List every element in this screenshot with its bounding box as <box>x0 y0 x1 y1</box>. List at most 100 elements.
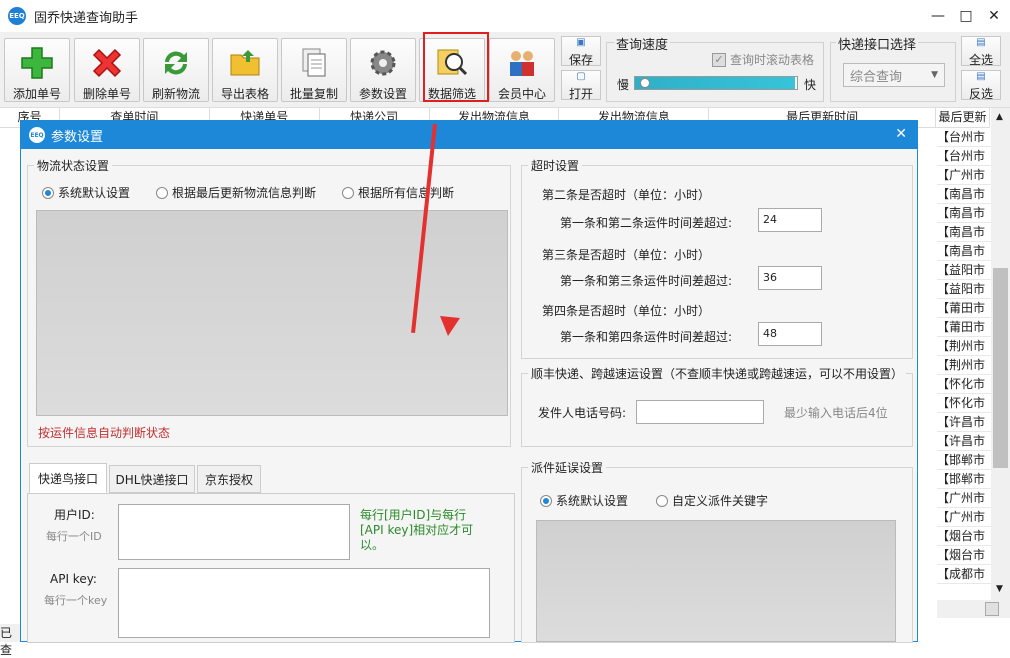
refresh-logistics-label: 刷新物流 <box>151 87 200 101</box>
status-text: 已查 <box>0 624 20 657</box>
last-update-cell[interactable]: 【烟台市 <box>937 546 991 565</box>
speed-thumb[interactable] <box>640 78 650 88</box>
settings-label: 参数设置 <box>358 87 407 101</box>
member-center-label: 会员中心 <box>497 87 546 101</box>
batch-copy-button[interactable]: 批量复制 <box>281 38 347 102</box>
apikey-textarea[interactable] <box>118 568 490 638</box>
last-update-cell[interactable]: 【邯郸市 <box>937 451 991 470</box>
open-button[interactable]: ▢ 打开 <box>561 70 601 101</box>
dispatch-keywords-area[interactable] <box>536 520 896 642</box>
title-bar: EEQ 固乔快递查询助手 — □ ✕ <box>0 0 1010 32</box>
last-update-cell[interactable]: 【成都市 <box>937 565 991 584</box>
minimize-icon[interactable]: — <box>926 4 950 28</box>
refresh-logistics-button[interactable]: 刷新物流 <box>143 38 209 102</box>
invert-selection-button[interactable]: ▤ 反选 <box>961 70 1001 101</box>
kdniao-tab-panel: 用户ID: 每行一个ID 每行[用户ID]与每行[API key]相对应才可以。… <box>27 493 515 643</box>
settings-dialog: EEQ 参数设置 ✕ 物流状态设置 系统默认设置 根据最后更新物流信息判断 根据… <box>20 120 918 643</box>
dispatch-legend: 派件延误设置 <box>528 459 607 476</box>
vertical-scrollbar[interactable]: ▲ ▼ <box>991 108 1010 600</box>
dialog-title-bar: EEQ 参数设置 ✕ <box>21 121 917 149</box>
plus-icon <box>5 45 69 81</box>
delete-number-label: 删除单号 <box>82 87 131 101</box>
settings-button[interactable]: 参数设置 <box>350 38 416 102</box>
scroll-down-icon[interactable]: ▼ <box>996 584 1003 594</box>
logistics-note: 按运件信息自动判断状态 <box>38 426 171 440</box>
last-update-cell[interactable]: 【台州市 <box>937 147 991 166</box>
tab-kdniao[interactable]: 快递鸟接口 <box>29 463 107 493</box>
select-all-button[interactable]: ▤ 全选 <box>961 36 1001 67</box>
scroll-table-label: 查询时滚动表格 <box>730 53 815 67</box>
dispatch-delay-group: 派件延误设置 系统默认设置 自定义派件关键字 <box>521 459 913 643</box>
toolbar: 添加单号 删除单号 刷新物流 导出表格 批量复制 参数设置 数据筛选 会员中心 … <box>0 32 1010 108</box>
timeout-third-input[interactable]: 36 <box>758 266 822 290</box>
last-update-cell[interactable]: 【南昌市 <box>937 204 991 223</box>
dispatch-default-radio[interactable]: 系统默认设置 <box>540 492 628 509</box>
last-update-cell[interactable]: 【益阳市 <box>937 261 991 280</box>
scroll-table-checkbox[interactable]: ✓ 查询时滚动表格 <box>712 51 814 68</box>
last-update-cell[interactable]: 【南昌市 <box>937 223 991 242</box>
logistics-default-radio[interactable]: 系统默认设置 <box>42 184 130 201</box>
member-center-button[interactable]: 会员中心 <box>489 38 555 102</box>
last-update-cell[interactable]: 【广州市 <box>937 166 991 185</box>
interface-select[interactable]: 综合查询 ▼ <box>843 63 945 87</box>
last-update-cell[interactable]: 【台州市 <box>937 128 991 147</box>
timeout-third-heading: 第三条是否超时（单位：小时） <box>542 248 711 262</box>
save-button[interactable]: ▣ 保存 <box>561 36 601 67</box>
last-update-cell[interactable]: 【莆田市 <box>937 318 991 337</box>
copy-icon <box>282 45 346 81</box>
last-update-cell[interactable]: 【怀化市 <box>937 375 991 394</box>
sender-phone-input[interactable] <box>636 400 764 424</box>
last-update-cell[interactable]: 【广州市 <box>937 489 991 508</box>
folder-icon <box>213 45 277 81</box>
last-update-cell[interactable]: 【益阳市 <box>937 280 991 299</box>
export-table-label: 导出表格 <box>220 87 269 101</box>
add-number-label: 添加单号 <box>12 87 61 101</box>
last-update-cell[interactable]: 【莆田市 <box>937 299 991 318</box>
timeout-second-input[interactable]: 24 <box>758 208 822 232</box>
refresh-icon <box>144 45 208 81</box>
maximize-icon[interactable]: □ <box>954 4 978 28</box>
gear-icon <box>351 45 415 81</box>
col-header[interactable]: 最后更新 <box>936 108 990 127</box>
last-update-cell[interactable]: 【邯郸市 <box>937 470 991 489</box>
dispatch-custom-radio[interactable]: 自定义派件关键字 <box>656 492 768 509</box>
tab-dhl[interactable]: DHL快递接口 <box>109 465 195 493</box>
scroll-thumb[interactable] <box>985 602 999 616</box>
timeout-group: 超时设置 第二条是否超时（单位：小时） 第一条和第二条运件时间差超过: 24 第… <box>521 157 913 359</box>
timeout-legend: 超时设置 <box>528 157 583 174</box>
tab-jd[interactable]: 京东授权 <box>197 465 261 493</box>
logistics-last-radio[interactable]: 根据最后更新物流信息判断 <box>156 184 316 201</box>
close-icon[interactable]: ✕ <box>982 4 1006 28</box>
slow-label: 慢 <box>617 78 630 92</box>
horizontal-scrollbar[interactable] <box>937 600 1010 618</box>
sender-phone-label: 发件人电话号码: <box>538 406 627 420</box>
last-update-cell[interactable]: 【烟台市 <box>937 527 991 546</box>
last-update-cell[interactable]: 【南昌市 <box>937 185 991 204</box>
last-update-cell[interactable]: 【南昌市 <box>937 242 991 261</box>
last-update-cell[interactable]: 【许昌市 <box>937 432 991 451</box>
interface-group-label: 快递接口选择 <box>836 34 919 53</box>
scroll-thumb[interactable] <box>993 268 1008 468</box>
timeout-fourth-input[interactable]: 48 <box>758 322 822 346</box>
annotation-arrow-head-icon <box>440 316 460 336</box>
close-icon[interactable]: ✕ <box>895 126 907 142</box>
last-update-cell[interactable]: 【荆州市 <box>937 356 991 375</box>
timeout-second-label: 第一条和第二条运件时间差超过: <box>560 216 733 230</box>
last-update-cell[interactable]: 【荆州市 <box>937 337 991 356</box>
logistics-all-radio[interactable]: 根据所有信息判断 <box>342 184 454 201</box>
scroll-up-icon[interactable]: ▲ <box>996 112 1003 122</box>
checkmark-icon: ✓ <box>712 52 726 67</box>
export-table-button[interactable]: 导出表格 <box>212 38 278 102</box>
logistics-rules-area[interactable] <box>36 210 508 416</box>
add-number-button[interactable]: 添加单号 <box>4 38 70 102</box>
last-update-column: 【台州市 【台州市 【广州市 【南昌市 【南昌市 【南昌市 【南昌市 【益阳市 【益阳市 【莆田市… <box>937 128 991 584</box>
last-update-cell[interactable]: 【许昌市 <box>937 413 991 432</box>
invert-icon: ▤ <box>976 71 986 82</box>
kdniao-note: 每行[用户ID]与每行[API key]相对应才可以。 <box>360 508 474 552</box>
speed-slider[interactable] <box>634 76 798 90</box>
delete-number-button[interactable]: 删除单号 <box>74 38 140 102</box>
last-update-cell[interactable]: 【怀化市 <box>937 394 991 413</box>
select-all-label: 全选 <box>968 53 993 67</box>
last-update-cell[interactable]: 【广州市 <box>937 508 991 527</box>
userid-textarea[interactable] <box>118 504 350 560</box>
